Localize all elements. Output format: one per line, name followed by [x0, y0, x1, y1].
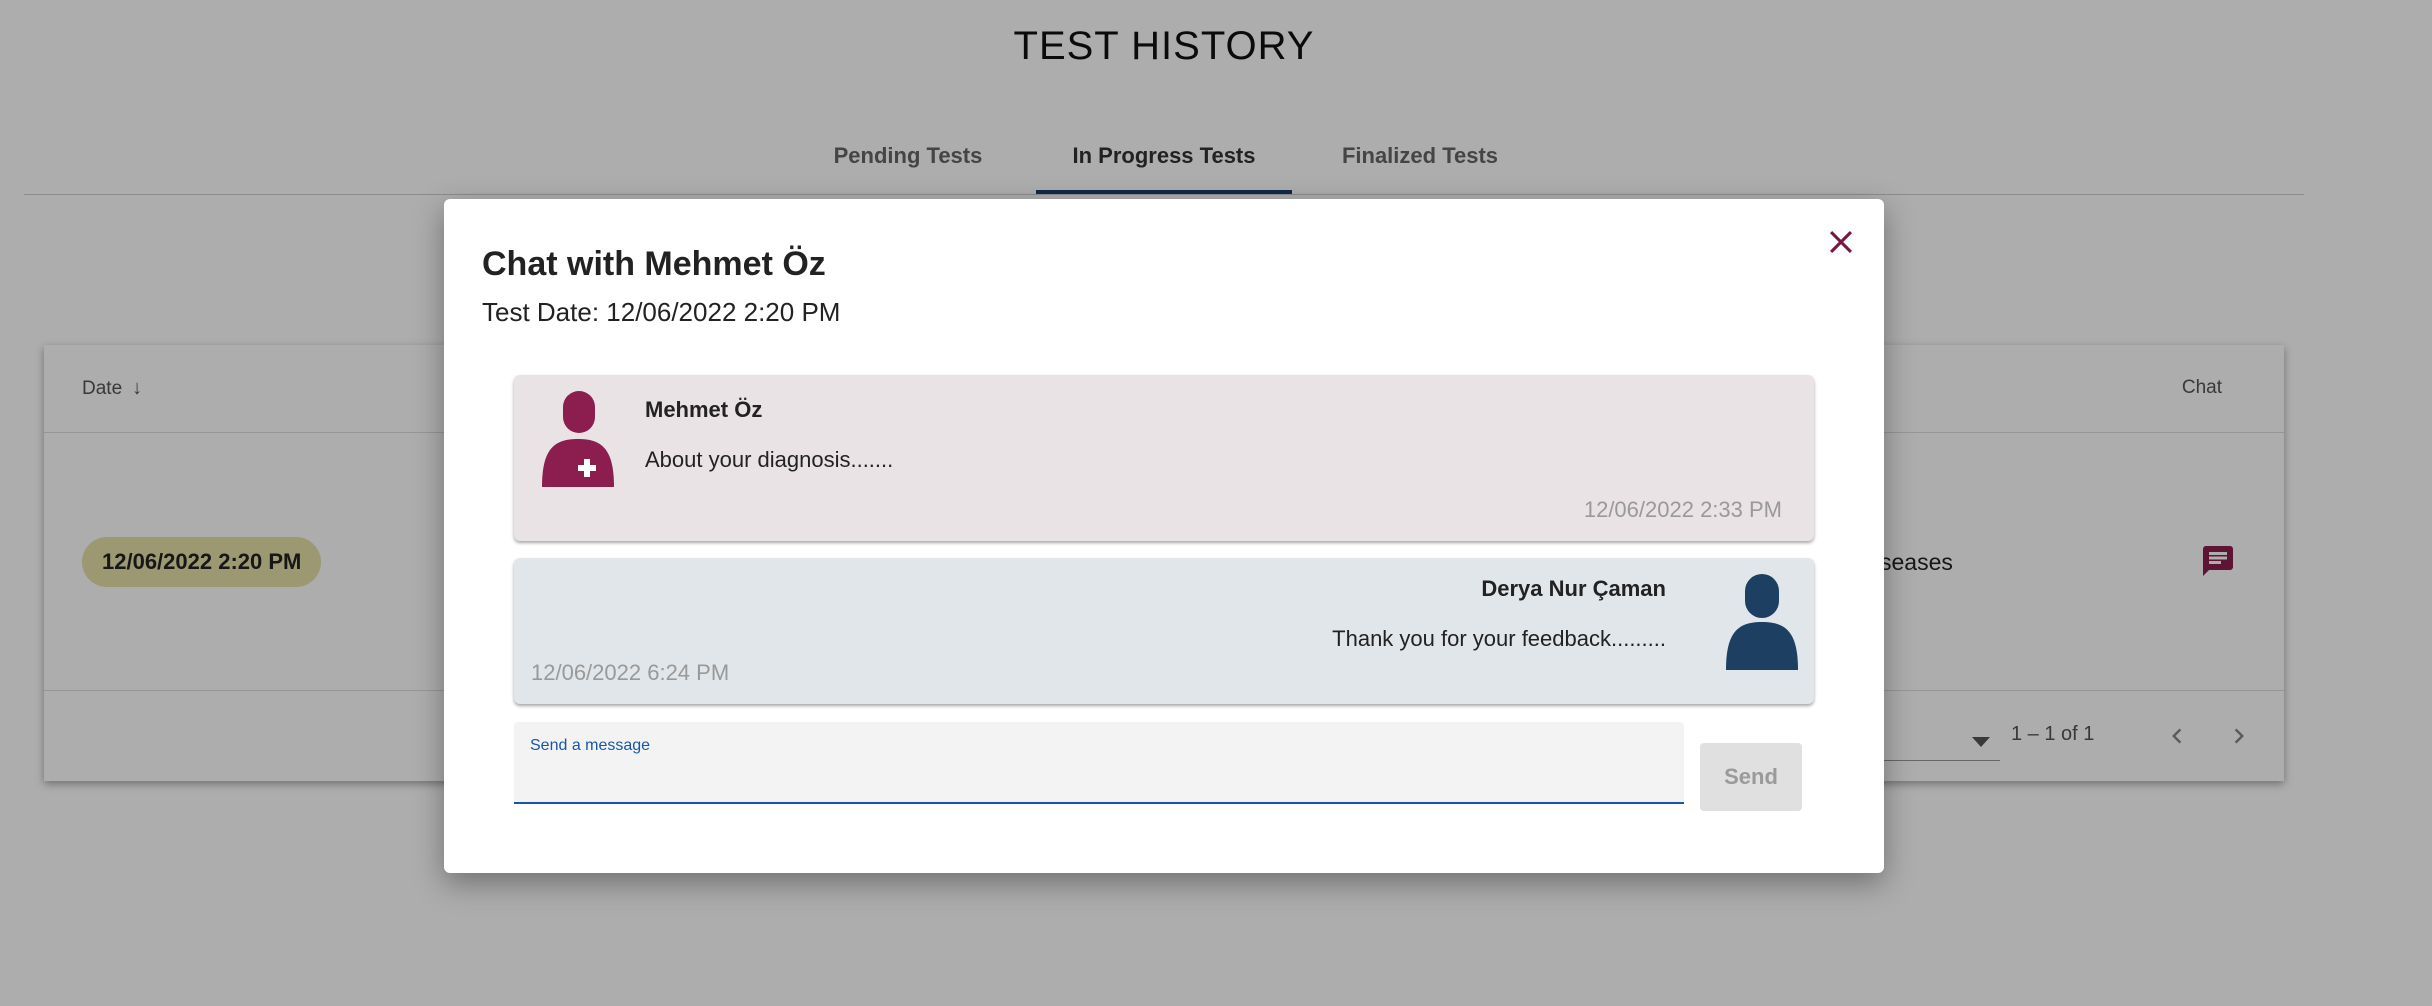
chat-message-incoming: Mehmet Öz About your diagnosis....... 12… [514, 375, 1814, 541]
send-message-field[interactable]: Send a message [514, 722, 1684, 804]
doctor-avatar-icon [542, 391, 614, 487]
close-icon[interactable] [1824, 225, 1858, 259]
message-timestamp: 12/06/2022 6:24 PM [531, 660, 730, 685]
message-text: About your diagnosis....... [645, 447, 894, 472]
dialog-title: Chat with Mehmet Öz [482, 245, 826, 283]
message-input[interactable] [530, 762, 1660, 794]
chat-dialog: Chat with Mehmet Öz Test Date: 12/06/202… [444, 199, 1884, 873]
send-button[interactable]: Send [1700, 743, 1802, 811]
chat-message-outgoing: Derya Nur Çaman Thank you for your feedb… [514, 558, 1814, 704]
user-avatar-icon [1726, 574, 1798, 670]
message-sender: Mehmet Öz [645, 397, 763, 422]
send-message-label: Send a message [530, 737, 651, 754]
message-timestamp: 12/06/2022 2:33 PM [1583, 497, 1782, 522]
dialog-test-date: Test Date: 12/06/2022 2:20 PM [482, 297, 841, 327]
message-sender: Derya Nur Çaman [1481, 576, 1666, 601]
message-text: Thank you for your feedback......... [1332, 626, 1666, 651]
